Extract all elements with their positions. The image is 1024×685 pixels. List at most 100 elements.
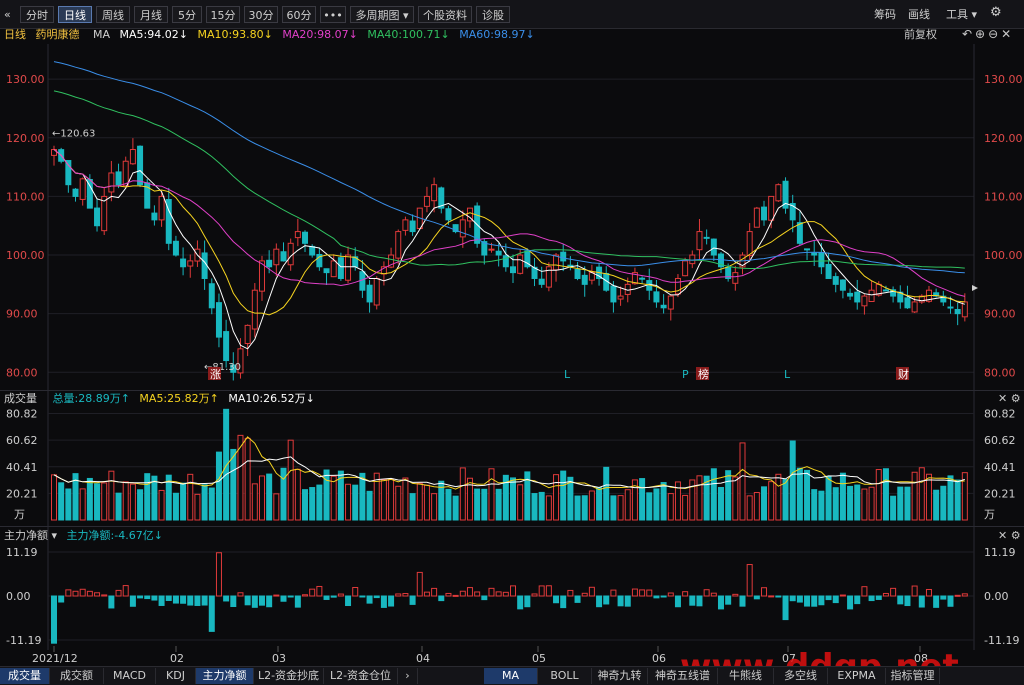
flow-bar	[481, 595, 488, 601]
candle-body	[352, 256, 359, 268]
volume-axis-label-left: 40.41	[6, 461, 38, 474]
tab-period-5[interactable]: 15分	[206, 6, 240, 23]
candle-body	[940, 295, 947, 303]
volume-bar	[280, 467, 287, 521]
flow-bar	[345, 595, 352, 607]
tab-period-3[interactable]: 月线	[134, 6, 168, 23]
indicator-tab-left-3[interactable]: KDJ	[156, 668, 196, 684]
ma40-line	[53, 90, 965, 269]
candle-body	[502, 255, 509, 268]
indicator-tab-right-4[interactable]: 牛熊线	[718, 668, 774, 684]
flow-bar	[918, 595, 925, 608]
candle-body	[782, 180, 789, 209]
flow-bar	[603, 595, 610, 605]
volume-ma10: MA10:26.52万↓	[228, 392, 315, 405]
indicator-tab-right-2[interactable]: 神奇九转	[592, 668, 648, 684]
draw-line-button[interactable]: 画线	[908, 6, 930, 23]
tab-period-7[interactable]: 60分	[282, 6, 316, 23]
candle-body	[674, 277, 681, 295]
flow-bar	[165, 595, 172, 601]
volume-bar	[553, 474, 560, 521]
volume-bar	[122, 481, 129, 521]
ma10-value: MA10:93.80↓	[197, 28, 273, 41]
flow-value: 主力净额:-4.67亿↓	[66, 529, 163, 542]
tab-period-9[interactable]: 多周期图 ▾	[350, 6, 414, 23]
date-axis-label: 03	[272, 652, 286, 665]
chart-marker: L	[784, 368, 791, 381]
candle-body	[811, 252, 818, 256]
indicator-tab-left-6[interactable]: L2-资金仓位	[324, 668, 398, 684]
marker-box	[208, 367, 221, 380]
volume-bar	[223, 408, 230, 521]
volume-bar	[101, 482, 108, 521]
flow-bar	[510, 585, 516, 597]
tab-period-8[interactable]: •••	[320, 6, 346, 23]
indicator-tab-right-6[interactable]: EXPMA	[828, 668, 886, 684]
volume-bar	[423, 484, 430, 521]
flow-bar	[524, 595, 531, 608]
volume-ma5: MA5:25.82万↑	[139, 392, 219, 405]
indicator-tab-left-4[interactable]: 主力净额	[196, 668, 254, 684]
indicator-tab-right-3[interactable]: 神奇五线谱	[648, 668, 718, 684]
flow-bar	[208, 595, 215, 632]
volume-bar	[732, 476, 739, 521]
indicator-tab-left-5[interactable]: L2-资金抄底	[254, 668, 324, 684]
candle-body	[653, 291, 660, 303]
volume-bar	[574, 495, 581, 521]
tab-period-11[interactable]: 诊股	[476, 6, 510, 23]
price-axis-label-right: 120.00	[984, 132, 1023, 145]
volume-bar	[524, 471, 531, 521]
flow-bar	[667, 592, 674, 597]
candle-body	[868, 289, 875, 302]
volume-panel-controls[interactable]: ✕ ⚙	[998, 392, 1021, 406]
flow-bar	[517, 595, 524, 610]
collapse-icon[interactable]: «	[4, 6, 11, 23]
flow-bar	[94, 592, 101, 597]
candle-body	[617, 295, 624, 300]
chips-button[interactable]: 筹码	[874, 6, 896, 23]
tools-dropdown[interactable]: 工具 ▾	[946, 6, 977, 23]
flow-bar	[438, 595, 445, 602]
adjust-mode[interactable]: 前复权	[904, 28, 937, 42]
indicator-tab-right-7[interactable]: 指标管理	[886, 668, 940, 684]
volume-bar	[861, 488, 868, 521]
flow-axis-label-left: 0.00	[6, 590, 31, 603]
flow-bar	[86, 590, 93, 597]
volume-bar	[144, 473, 151, 521]
volume-bar	[940, 485, 947, 521]
flow-bar	[897, 595, 904, 605]
indicator-tab-left-2[interactable]: MACD	[104, 668, 156, 684]
tab-period-0[interactable]: 分时	[20, 6, 54, 23]
gear-icon[interactable]: ⚙	[990, 4, 1002, 21]
tab-period-1[interactable]: 日线	[58, 6, 92, 23]
tab-period-6[interactable]: 30分	[244, 6, 278, 23]
indicator-tab-right-1[interactable]: BOLL	[538, 668, 592, 684]
indicator-tab-left-1[interactable]: 成交额	[50, 668, 104, 684]
tab-period-10[interactable]: 个股资料	[418, 6, 472, 23]
indicator-tab-right-5[interactable]: 多空线	[774, 668, 828, 684]
current-price-pointer	[972, 285, 978, 291]
flow-bar	[789, 595, 796, 602]
price-axis-label-left: 120.00	[6, 132, 45, 145]
tab-period-4[interactable]: 5分	[172, 6, 202, 23]
candle-body	[258, 260, 265, 292]
candle-body	[194, 248, 201, 262]
flow-panel-controls[interactable]: ✕ ⚙	[998, 529, 1021, 543]
indicator-tab-right-0[interactable]: MA	[484, 668, 538, 684]
price-axis-label-right: 130.00	[984, 73, 1023, 86]
flow-bar	[847, 595, 854, 610]
volume-bar	[194, 493, 201, 521]
indicator-tab-left-0[interactable]: 成交量	[0, 668, 50, 684]
flow-bar	[596, 595, 603, 608]
volume-bar	[115, 492, 122, 521]
flow-bar	[954, 594, 961, 597]
volume-bar	[531, 493, 538, 521]
volume-bar	[495, 488, 502, 521]
scroll-right-icon[interactable]: ›	[398, 668, 418, 684]
volume-bar	[897, 486, 904, 521]
tab-period-2[interactable]: 周线	[96, 6, 130, 23]
volume-bar	[761, 486, 768, 521]
chart-control-icons[interactable]: ↶⊕⊖✕	[962, 27, 1014, 41]
candle-body	[230, 364, 237, 373]
flow-title[interactable]: 主力净额 ▾	[4, 529, 57, 542]
